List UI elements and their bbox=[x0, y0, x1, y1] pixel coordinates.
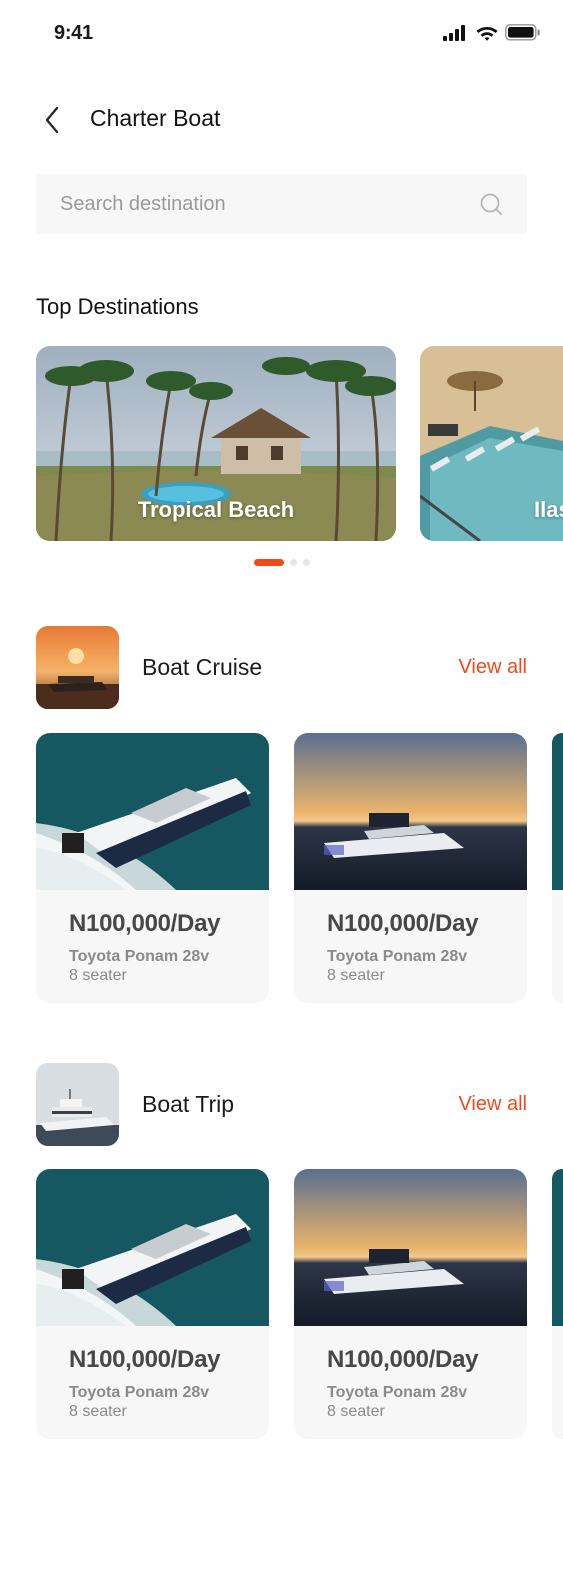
top-destinations-title: Top Destinations bbox=[36, 294, 199, 319]
boat-price: N100,000/Day bbox=[327, 910, 479, 937]
carousel-indicator bbox=[254, 559, 310, 566]
boat-price: N100,000/Day bbox=[327, 1346, 479, 1373]
view-all-link[interactable]: View all bbox=[458, 1093, 527, 1116]
view-all-link[interactable]: View all bbox=[458, 656, 527, 679]
boat-card[interactable]: N100,000/Day Toyota Ponam 28v 8 seater bbox=[36, 733, 269, 1003]
boat-seats: 8 seater bbox=[69, 1403, 127, 1420]
boat-image bbox=[552, 1169, 563, 1326]
boat-model: Toyota Ponam 28v bbox=[327, 948, 468, 965]
destination-label: Tropical Beach bbox=[137, 497, 295, 522]
status-bar: 9:41 bbox=[0, 0, 563, 70]
search-icon[interactable] bbox=[479, 192, 503, 216]
search-bar bbox=[36, 174, 527, 234]
boat-trip-thumbnail bbox=[36, 1063, 119, 1146]
wifi-icon bbox=[476, 27, 498, 41]
boat-price: N100,000/Day bbox=[69, 1346, 221, 1373]
status-time: 9:41 bbox=[54, 22, 93, 44]
boat-model: Toyota Ponam 28v bbox=[327, 1384, 468, 1401]
search-input[interactable] bbox=[36, 174, 456, 234]
boat-model: Toyota Ponam 28v bbox=[69, 948, 210, 965]
boat-price: N100,000/Day bbox=[69, 910, 221, 937]
boat-image bbox=[294, 733, 527, 890]
boat-seats: 8 seater bbox=[69, 967, 127, 984]
boat-cruise-thumbnail bbox=[36, 626, 119, 709]
boat-image bbox=[552, 733, 563, 890]
battery-icon bbox=[505, 24, 540, 41]
boat-card[interactable]: N100,000/Day Toyota Ponam 28v 8 seater bbox=[294, 1169, 527, 1439]
category-title: Boat Cruise bbox=[142, 654, 263, 680]
boat-image bbox=[294, 1169, 527, 1326]
boat-card[interactable]: N100,000/Day Toyota Ponam 28v 8 seater bbox=[294, 733, 527, 1003]
signal-icon bbox=[443, 24, 465, 41]
carousel-dot[interactable] bbox=[303, 559, 310, 566]
boat-card-partial[interactable] bbox=[552, 1169, 563, 1439]
boat-card-partial[interactable] bbox=[552, 733, 563, 1003]
status-icons bbox=[443, 24, 541, 41]
boat-model: Toyota Ponam 28v bbox=[69, 1384, 210, 1401]
boat-seats: 8 seater bbox=[327, 967, 385, 984]
carousel-dot[interactable] bbox=[290, 559, 297, 566]
page-title: Charter Boat bbox=[90, 105, 221, 131]
boat-card[interactable]: N100,000/Day Toyota Ponam 28v 8 seater bbox=[36, 1169, 269, 1439]
destination-card-tropical-beach[interactable]: Tropical Beach bbox=[36, 346, 396, 541]
boat-image bbox=[36, 733, 269, 890]
destination-label: Ilas bbox=[534, 497, 563, 522]
category-header-boat-trip: Boat Trip View all bbox=[36, 1063, 527, 1146]
boat-seats: 8 seater bbox=[327, 1403, 385, 1420]
chevron-left-icon bbox=[45, 106, 59, 134]
category-title: Boat Trip bbox=[142, 1091, 235, 1117]
back-button[interactable] bbox=[36, 104, 68, 136]
app-header: Charter Boat bbox=[0, 90, 563, 150]
carousel-dot-active[interactable] bbox=[254, 559, 284, 566]
destination-card-ilas[interactable]: Ilas bbox=[420, 346, 563, 541]
boat-image bbox=[36, 1169, 269, 1326]
category-header-boat-cruise: Boat Cruise View all bbox=[36, 626, 527, 709]
